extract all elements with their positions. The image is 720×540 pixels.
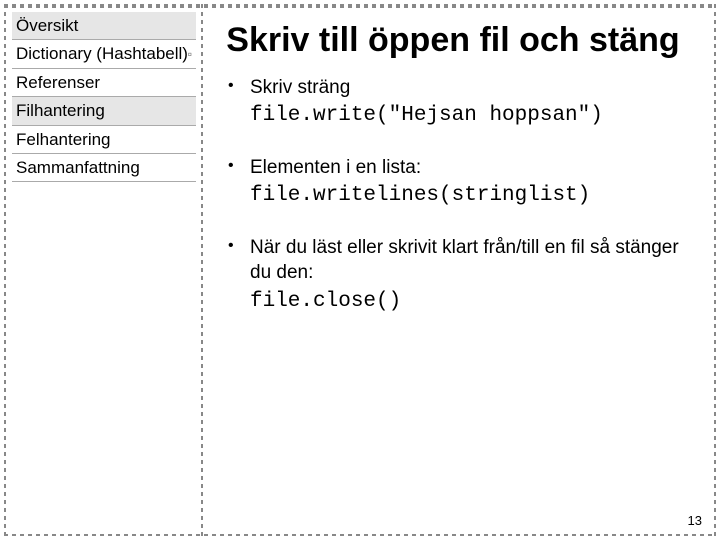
sidebar-item-label: Referenser bbox=[16, 73, 100, 92]
sidebar-item-summary[interactable]: Sammanfattning bbox=[12, 154, 196, 182]
sidebar-item-label: Dictionary (Hashtabell) bbox=[16, 44, 188, 63]
slide-title: Skriv till öppen fil och stäng bbox=[222, 20, 684, 61]
code-line: file.close() bbox=[250, 288, 684, 316]
outline-sidebar: Översikt Dictionary (Hashtabell) ▫ Refer… bbox=[8, 8, 200, 532]
code-line: file.write("Hejsan hoppsan") bbox=[250, 102, 684, 130]
sidebar-item-label: Översikt bbox=[16, 16, 78, 35]
bullet-text: När du läst eller skrivit klart från/til… bbox=[250, 237, 679, 284]
sidebar-item-errorhandling[interactable]: Felhantering bbox=[12, 126, 196, 154]
bullet-text: Skriv sträng bbox=[250, 77, 350, 98]
sidebar-item-label: Sammanfattning bbox=[16, 158, 140, 177]
list-item: Skriv sträng file.write("Hejsan hoppsan"… bbox=[222, 75, 684, 131]
sidebar-item-overview[interactable]: Översikt bbox=[12, 12, 196, 40]
sidebar-item-filehandling[interactable]: Filhantering bbox=[12, 97, 196, 125]
bullet-list: Skriv sträng file.write("Hejsan hoppsan"… bbox=[222, 75, 684, 317]
sidebar-item-references[interactable]: Referenser bbox=[12, 69, 196, 97]
slide-content: Skriv till öppen fil och stäng Skriv str… bbox=[206, 8, 710, 532]
list-item: När du läst eller skrivit klart från/til… bbox=[222, 235, 684, 317]
sidebar-item-label: Filhantering bbox=[16, 101, 105, 120]
bullet-text: Elementen i en lista: bbox=[250, 157, 421, 178]
code-line: file.writelines(stringlist) bbox=[250, 182, 684, 210]
sidebar-item-dictionary[interactable]: Dictionary (Hashtabell) ▫ bbox=[12, 40, 196, 68]
page-number: 13 bbox=[688, 513, 702, 528]
list-item: Elementen i en lista: file.writelines(st… bbox=[222, 155, 684, 211]
expand-icon: ▫ bbox=[188, 47, 192, 61]
sidebar-item-label: Felhantering bbox=[16, 130, 111, 149]
